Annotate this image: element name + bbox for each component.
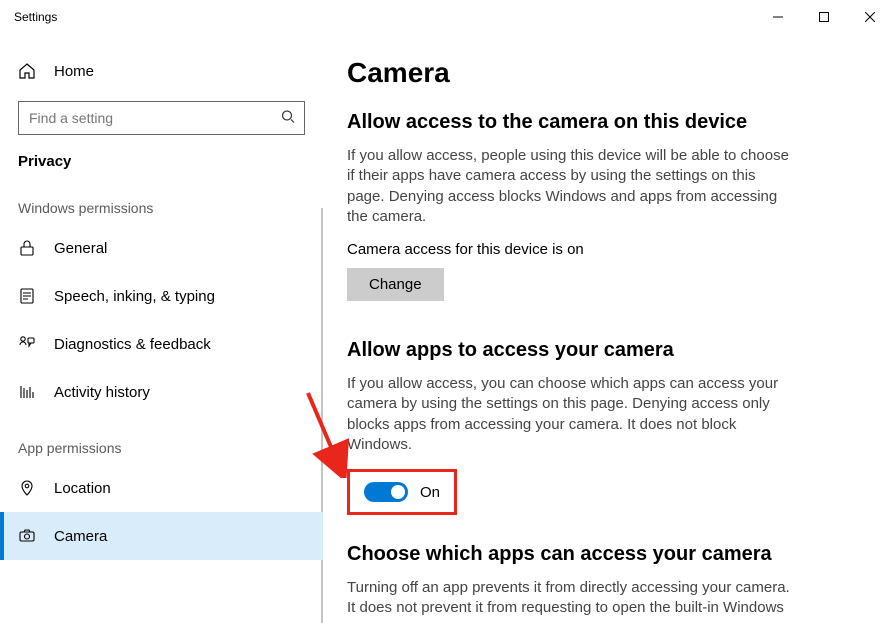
apps-access-toggle[interactable] (364, 482, 408, 502)
group-windows-permissions: Windows permissions (0, 176, 323, 224)
activity-icon (18, 383, 36, 401)
sidebar-item-label: Diagnostics & feedback (54, 336, 211, 353)
section-desc: Turning off an app prevents it from dire… (347, 578, 797, 619)
sidebar: Home Privacy Windows permissions General… (0, 33, 323, 623)
toggle-state-label: On (420, 484, 440, 501)
sidebar-item-speech[interactable]: Speech, inking, & typing (0, 272, 323, 320)
device-access-status: Camera access for this device is on (347, 241, 865, 258)
change-button[interactable]: Change (347, 268, 444, 301)
window-controls (755, 0, 893, 33)
section-desc: If you allow access, you can choose whic… (347, 374, 797, 455)
location-icon (18, 479, 36, 497)
titlebar: Settings (0, 0, 893, 33)
sidebar-item-label: Location (54, 480, 111, 497)
sidebar-item-label: General (54, 240, 107, 257)
feedback-icon (18, 335, 36, 353)
camera-icon (18, 527, 36, 545)
section-desc: If you allow access, people using this d… (347, 146, 797, 227)
close-button[interactable] (847, 0, 893, 33)
minimize-button[interactable] (755, 0, 801, 33)
sidebar-item-general[interactable]: General (0, 224, 323, 272)
sidebar-item-location[interactable]: Location (0, 464, 323, 512)
page-title: Camera (347, 57, 865, 89)
section-heading-apps-access: Allow apps to access your camera (347, 339, 865, 362)
lock-icon (18, 239, 36, 257)
sidebar-item-diagnostics[interactable]: Diagnostics & feedback (0, 320, 323, 368)
section-heading-device-access: Allow access to the camera on this devic… (347, 111, 865, 134)
home-link[interactable]: Home (0, 51, 323, 91)
group-app-permissions: App permissions (0, 416, 323, 464)
privacy-category: Privacy (0, 143, 323, 176)
sidebar-item-label: Speech, inking, & typing (54, 288, 215, 305)
main-content: Camera Allow access to the camera on thi… (323, 33, 893, 623)
home-label: Home (54, 63, 94, 80)
sidebar-item-label: Camera (54, 528, 107, 545)
sidebar-item-activity[interactable]: Activity history (0, 368, 323, 416)
sidebar-item-label: Activity history (54, 384, 150, 401)
toggle-highlight: On (347, 469, 457, 515)
home-icon (18, 62, 36, 80)
search-input[interactable] (18, 101, 305, 135)
sidebar-item-camera[interactable]: Camera (0, 512, 323, 560)
window-title: Settings (14, 10, 57, 24)
clipboard-icon (18, 287, 36, 305)
section-heading-choose-apps: Choose which apps can access your camera (347, 543, 865, 566)
maximize-button[interactable] (801, 0, 847, 33)
toggle-knob (391, 485, 405, 499)
